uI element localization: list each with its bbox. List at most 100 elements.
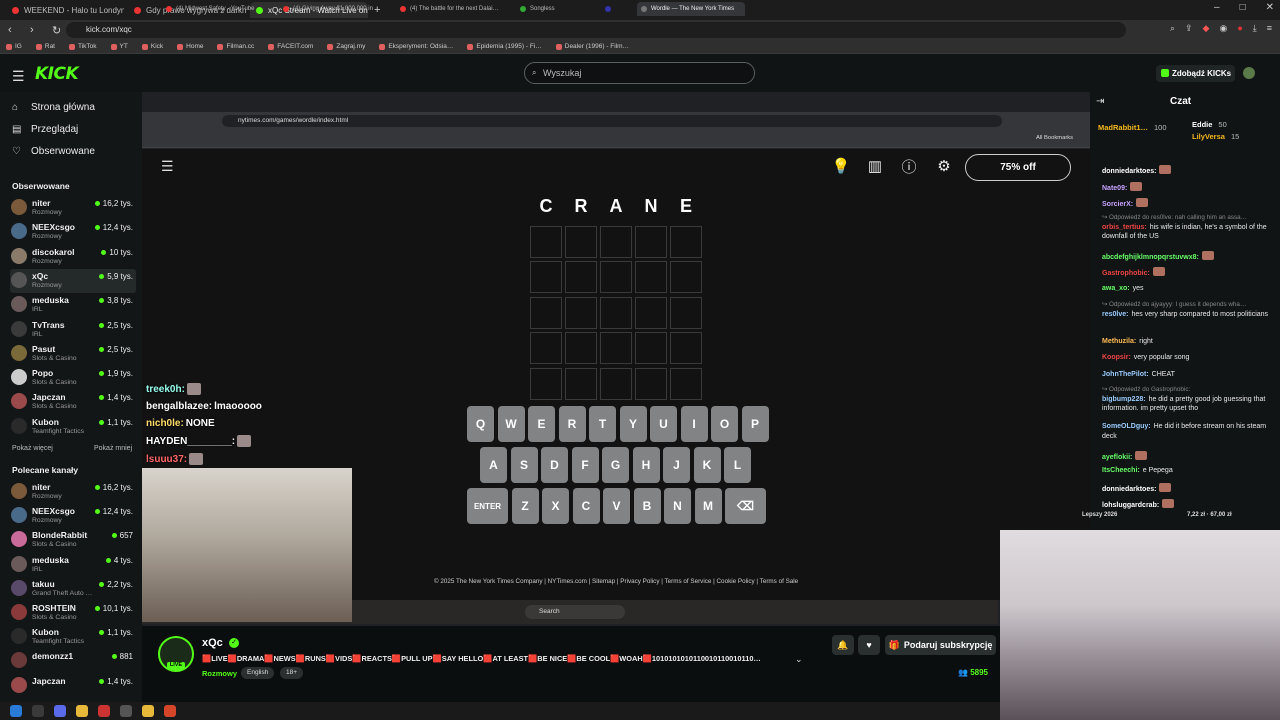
menu-icon[interactable]: ≡ [1267, 23, 1272, 34]
chat-username[interactable]: awa_xo: [1102, 285, 1130, 292]
show-more-link[interactable]: Pokaż więcej [12, 445, 53, 452]
sidebar-nav-item[interactable]: ▤ Przeglądaj [12, 124, 78, 135]
sidebar-channel[interactable]: TvTrans IRL 2,5 tys. [10, 318, 136, 342]
chat-username[interactable]: lohsluggardcrab: [1102, 502, 1159, 509]
bookmark-item[interactable]: Rat [35, 43, 55, 50]
sidebar-channel[interactable]: ROSHTEIN Slots & Casino 10,1 tys. [10, 601, 136, 625]
sidebar-channel[interactable]: takuu Grand Theft Auto … 2,2 tys. [10, 577, 136, 601]
get-kicks-button[interactable]: Zdobądź KICKs [1156, 65, 1235, 82]
sidebar-channel[interactable]: Kubon Teamfight Tactics 1,1 tys. [10, 625, 136, 649]
bookmark-item[interactable]: Home [177, 43, 203, 50]
brave-shield-icon[interactable]: ◆ [1203, 23, 1210, 34]
sidebar-channel[interactable]: demonzz1 881 [10, 649, 136, 673]
sidebar-channel[interactable]: xQc Rozmowy 5,9 tys. [10, 268, 136, 293]
chat-username[interactable]: JohnThePilot: [1102, 371, 1149, 378]
viewer-count-value: 16,2 tys. [102, 199, 133, 208]
kick-logo[interactable]: KICK [35, 64, 79, 84]
sidebar-channel[interactable]: Popo Slots & Casino 1,9 tys. [10, 366, 136, 390]
chat-username[interactable]: Nate09: [1102, 185, 1127, 192]
bookmark-item[interactable]: Epidemia (1995) - Fi… [467, 43, 542, 50]
bookmark-item[interactable]: Eksperyment: Odsia… [379, 43, 453, 50]
sidebar-channel[interactable]: NEEXcsgo Rozmowy 12,4 tys. [10, 220, 136, 244]
chat-username[interactable]: ItsCheechi: [1102, 467, 1140, 474]
notification-bell-button[interactable]: 🔔 [832, 635, 854, 655]
app-icon[interactable] [120, 705, 132, 717]
chat-username[interactable]: SorcierX: [1102, 201, 1133, 208]
sidebar-channel[interactable]: Kubon Teamfight Tactics 1,1 tys. [10, 415, 136, 439]
chat-username[interactable]: ayeflokii: [1102, 454, 1132, 461]
follow-heart-button[interactable]: ♥ [858, 635, 880, 655]
show-less-link[interactable]: Pokaż mniej [94, 445, 132, 452]
bookmark-item[interactable]: Kick [141, 43, 163, 50]
hamburger-menu-icon[interactable]: ☰ [12, 68, 25, 85]
windows-start-icon[interactable] [10, 705, 22, 717]
user-avatar[interactable] [1243, 67, 1255, 79]
sidebar-channel[interactable]: NEEXcsgo Rozmowy 12,4 tys. [10, 504, 136, 528]
tag-language[interactable]: English [241, 667, 275, 679]
channel-name[interactable]: xQc [202, 637, 223, 649]
sidebar-channel[interactable]: discokarol Rozmowy 10 tys. [10, 245, 136, 269]
search-input[interactable]: ⌕ Wyszukaj [524, 62, 755, 84]
gift-subscription-button[interactable]: 🎁 Podaruj subskrypcję [885, 635, 996, 655]
sidebar-channel[interactable]: niter Rozmowy 16,2 tys. [10, 480, 136, 504]
sidebar-channel[interactable]: Pasut Slots & Casino 2,5 tys. [10, 342, 136, 366]
bookmark-item[interactable]: TikTok [69, 43, 97, 50]
sidebar-nav-item[interactable]: ♡ Obserwowane [12, 146, 95, 157]
close-window-icon[interactable]: ✕ [1266, 2, 1274, 13]
chat-username[interactable]: res0lve: [1102, 311, 1128, 318]
stream-category[interactable]: Rozmowy [202, 669, 237, 678]
app-icon[interactable] [142, 705, 154, 717]
bookmark-item[interactable]: FACEIT.com [268, 43, 313, 50]
browser-tab[interactable]: WEEKEND - Halo tu Londyn (Oficjaln…✕ [6, 2, 124, 18]
chat-username[interactable]: bigbump228: [1102, 396, 1146, 403]
chat-username[interactable]: abcdefghijklmnopqrstuvwx8: [1102, 254, 1199, 261]
chat-username[interactable]: donniedarktoes: [1102, 486, 1156, 493]
maximize-icon[interactable]: □ [1240, 2, 1246, 13]
collapse-chat-icon[interactable]: ⇥ [1096, 96, 1104, 107]
extension-icon[interactable]: ◉ [1219, 23, 1227, 34]
sidebar-channel[interactable]: meduska IRL 4 tys. [10, 553, 136, 577]
overlay-username: lsuuu37: [146, 453, 188, 465]
chat-username[interactable]: Koopsir: [1102, 354, 1131, 361]
chat-username[interactable]: donniedarktoes: [1102, 168, 1156, 175]
chat-username[interactable]: SomeOLDguy: [1102, 423, 1151, 430]
minimize-icon[interactable]: – [1214, 2, 1220, 13]
chat-username[interactable]: Methuzila: [1102, 338, 1136, 345]
wordle-tile-empty [565, 296, 597, 329]
bookmark-item[interactable]: Zagraj.my [327, 43, 365, 50]
discord-icon[interactable] [54, 705, 66, 717]
download-icon[interactable]: ⤓ [1253, 23, 1257, 34]
sidebar-channel[interactable]: Japczan Slots & Casino 1,4 tys. [10, 390, 136, 414]
app-icon[interactable] [98, 705, 110, 717]
bookmark-item[interactable]: YT [110, 43, 128, 50]
bookmark-item[interactable]: IG [6, 43, 22, 50]
folder-icon[interactable] [32, 705, 44, 717]
reload-icon[interactable]: ↻ [52, 24, 66, 37]
bookmark-item[interactable]: Dealer (1996) - Film… [555, 43, 629, 50]
extension-icon[interactable]: ● [1237, 23, 1242, 34]
viewer-count: 2,2 tys. [99, 580, 133, 589]
chrome-icon[interactable] [76, 705, 88, 717]
share-icon[interactable]: ⇪ [1185, 23, 1193, 34]
zoom-icon[interactable]: ⌕ [1170, 23, 1175, 34]
wordle-tile-empty [600, 332, 632, 364]
forward-icon[interactable]: › [30, 24, 44, 36]
chat-username[interactable]: Gastrophobic: [1102, 270, 1150, 277]
bookmark-item[interactable]: Filman.cc [217, 43, 254, 50]
wordle-tile-empty [670, 367, 702, 400]
viewer-count-value: 881 [119, 652, 133, 662]
wordle-tile-empty [530, 296, 562, 329]
chat-text: yes [1132, 285, 1144, 292]
url-field[interactable]: kick.com/xqc [66, 22, 1126, 38]
sidebar-channel[interactable]: BlondeRabbit Slots & Casino 657 [10, 528, 136, 552]
chat-username[interactable]: orbis_tertius: [1102, 224, 1147, 231]
chat-promo-label: Lepszy 2026 [1082, 512, 1118, 518]
sidebar-channel[interactable]: niter Rozmowy 16,2 tys. [10, 196, 136, 220]
back-icon[interactable]: ‹ [8, 24, 22, 36]
tag-age[interactable]: 18+ [280, 667, 304, 679]
brave-icon[interactable] [164, 705, 176, 717]
sidebar-channel[interactable]: meduska IRL 3,8 tys. [10, 293, 136, 317]
chevron-down-icon[interactable]: ⌄ [795, 654, 803, 665]
sidebar-channel[interactable]: Japczan 1,4 tys. [10, 674, 136, 698]
sidebar-nav-item[interactable]: ⌂ Strona główna [12, 102, 95, 113]
